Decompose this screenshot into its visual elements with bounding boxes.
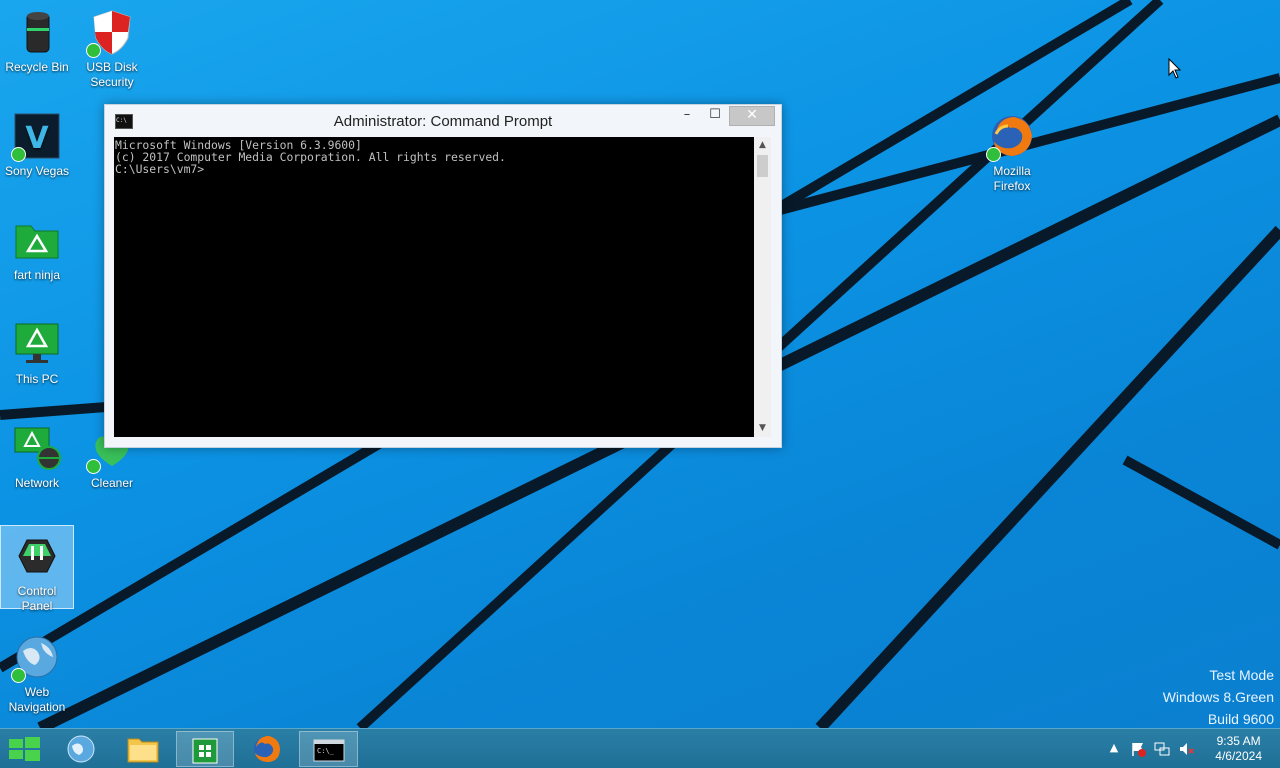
vertical-scrollbar[interactable]: ▲ ▼ — [754, 137, 771, 437]
recycle-bin-label: Recycle Bin — [5, 60, 69, 74]
maximize-button[interactable]: ☐ — [701, 106, 729, 126]
desktop: Recycle Bin USB Disk Security V Sony Veg… — [0, 0, 1280, 768]
shield-icon — [86, 8, 136, 58]
scroll-up-arrow-icon[interactable]: ▲ — [754, 137, 771, 154]
firefox-icon — [986, 112, 1036, 162]
command-prompt-icon: C:\_ — [313, 739, 345, 762]
console-output[interactable]: Microsoft Windows [Version 6.3.9600] (c) … — [114, 137, 754, 437]
usb-disk-security-label: USB Disk Security — [86, 60, 138, 89]
desktop-icon-fart-ninja[interactable]: fart ninja — [0, 210, 74, 286]
command-prompt-window[interactable]: C:\ Administrator: Command Prompt – ☐ ✕ … — [104, 104, 782, 448]
svg-text:V: V — [25, 121, 49, 156]
clock-date: 4/6/2024 — [1215, 749, 1262, 763]
shortcut-arrow-icon — [86, 43, 101, 58]
sony-vegas-icon: V — [11, 112, 61, 162]
desktop-icon-network[interactable]: Network — [0, 418, 74, 494]
folder-icon — [13, 216, 61, 264]
minimize-button[interactable]: – — [673, 106, 701, 126]
control-panel-icon — [13, 532, 61, 580]
desktop-icon-usb-disk-security[interactable]: USB Disk Security — [75, 2, 149, 92]
desktop-icon-control-panel[interactable]: Control Panel — [0, 525, 74, 613]
console-line: (c) 2017 Computer Media Corporation. All… — [115, 150, 506, 164]
show-hidden-icons-chevron-up-icon[interactable]: ▲ — [1106, 741, 1122, 757]
fart-ninja-label: fart ninja — [13, 268, 61, 282]
taskbar-clock[interactable]: 9:35 AM 4/6/2024 — [1215, 734, 1262, 764]
watermark-line: Windows 8.Green — [1162, 689, 1274, 705]
sony-vegas-label: Sony Vegas — [4, 164, 70, 178]
shortcut-arrow-icon — [86, 459, 101, 474]
desktop-icon-mozilla-firefox[interactable]: Mozilla Firefox — [975, 106, 1049, 196]
taskbar-store[interactable] — [176, 731, 234, 767]
system-tray: ▲ 9:35 AM 4/6/2024 — [1100, 729, 1280, 768]
volume-muted-icon[interactable] — [1178, 741, 1194, 757]
action-center-flag-icon[interactable] — [1130, 741, 1146, 757]
close-button[interactable]: ✕ — [729, 106, 775, 126]
cleaner-label: Cleaner — [90, 476, 134, 490]
test-mode-watermark: Test Mode Windows 8.Green Build 9600 — [1163, 664, 1274, 730]
watermark-line: Test Mode — [1209, 667, 1274, 683]
web-navigation-label: Web Navigation — [8, 685, 66, 714]
console-prompt[interactable]: C:\Users\vm7> — [115, 163, 753, 175]
desktop-icon-web-navigation[interactable]: Web Navigation — [0, 627, 74, 717]
globe-icon — [11, 633, 61, 683]
maximize-icon: ☐ — [709, 107, 721, 122]
recycle-bin-icon — [13, 8, 61, 56]
watermark-line: Build 9600 — [1207, 711, 1274, 727]
mouse-cursor-icon — [1168, 58, 1182, 79]
desktop-icon-sony-vegas[interactable]: V Sony Vegas — [0, 106, 74, 182]
taskbar-file-explorer[interactable] — [115, 731, 171, 767]
scroll-down-arrow-icon[interactable]: ▼ — [754, 420, 771, 437]
firefox-icon — [254, 736, 280, 762]
desktop-icon-recycle-bin[interactable]: Recycle Bin — [0, 2, 74, 78]
this-pc-label: This PC — [15, 372, 59, 386]
mozilla-firefox-label: Mozilla Firefox — [993, 164, 1031, 193]
taskbar-command-prompt[interactable]: C:\_ — [299, 731, 358, 767]
desktop-icon-this-pc[interactable]: This PC — [0, 314, 74, 390]
scrollbar-thumb[interactable] — [757, 155, 768, 177]
close-icon: ✕ — [746, 107, 758, 123]
shortcut-arrow-icon — [11, 668, 26, 683]
store-icon — [192, 738, 218, 764]
computer-icon — [13, 320, 61, 368]
window-titlebar[interactable]: C:\ Administrator: Command Prompt – ☐ ✕ — [105, 105, 781, 137]
network-icon — [13, 424, 61, 472]
taskbar-firefox[interactable] — [239, 731, 295, 767]
taskbar-internet-explorer[interactable] — [53, 731, 109, 767]
shortcut-arrow-icon — [986, 147, 1001, 162]
control-panel-label: Control Panel — [17, 584, 57, 613]
shortcut-arrow-icon — [11, 147, 26, 162]
start-button[interactable] — [0, 731, 48, 767]
svg-text:C:\_: C:\_ — [317, 747, 335, 755]
start-icon — [9, 737, 40, 761]
clock-time: 9:35 AM — [1216, 734, 1261, 748]
taskbar: C:\_ ▲ 9:35 AM 4/6/2024 — [0, 728, 1280, 768]
folder-icon — [127, 738, 159, 763]
globe-icon — [67, 735, 95, 763]
network-status-icon[interactable] — [1154, 741, 1170, 757]
network-label: Network — [14, 476, 59, 490]
minimize-icon: – — [683, 107, 691, 122]
